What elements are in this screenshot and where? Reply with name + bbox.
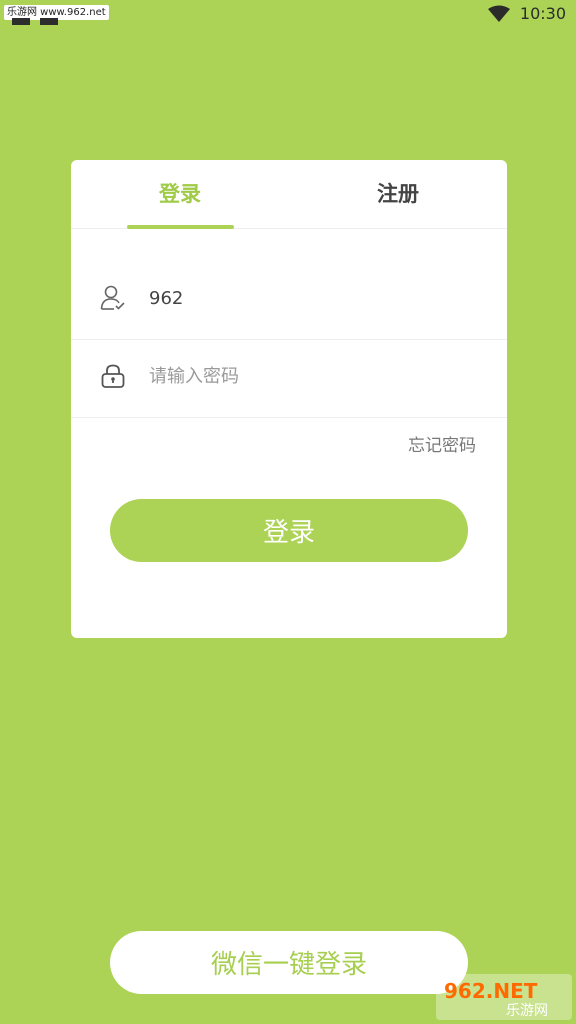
notification-icon: [12, 18, 30, 25]
password-row: [71, 335, 507, 418]
wifi-icon: [487, 5, 510, 22]
site-watermark-logo: 962.NET 乐游网: [436, 974, 572, 1020]
forgot-password-link[interactable]: 忘记密码: [408, 431, 476, 456]
auth-tabs: 登录 注册: [71, 160, 507, 229]
login-button[interactable]: 登录: [110, 499, 468, 562]
username-row: [71, 257, 507, 340]
tab-register[interactable]: 注册: [289, 160, 507, 228]
lock-icon: [101, 364, 125, 388]
notification-icons: [12, 18, 58, 25]
watermark-logo-text: 962.NET: [444, 979, 538, 1003]
status-right: 10:30: [487, 4, 566, 23]
clock-time: 10:30: [519, 4, 566, 23]
watermark-logo-subtext: 乐游网: [506, 1003, 548, 1019]
password-input[interactable]: [147, 355, 481, 397]
status-bar: 乐游网 www.962.net 10:30: [0, 0, 576, 30]
user-icon: [100, 285, 125, 310]
username-input[interactable]: [147, 277, 481, 319]
active-tab-indicator: [127, 225, 234, 229]
tab-login[interactable]: 登录: [71, 160, 289, 228]
notification-icon: [40, 18, 58, 25]
wechat-login-button[interactable]: 微信一键登录: [110, 931, 468, 994]
